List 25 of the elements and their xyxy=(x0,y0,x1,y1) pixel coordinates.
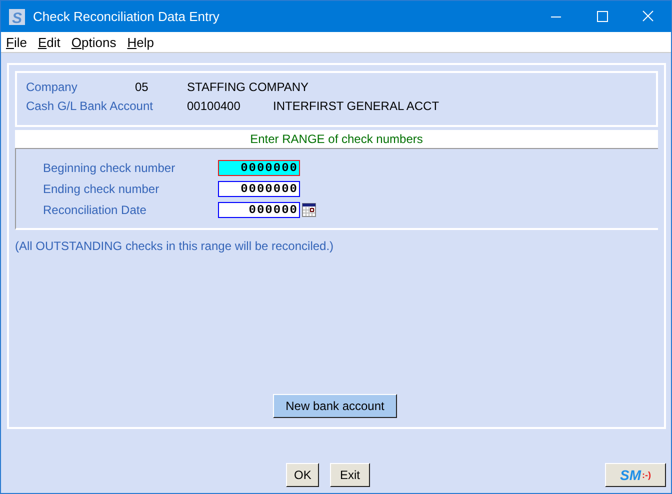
field-value: 05 xyxy=(135,80,150,94)
menu-item[interactable]: File xyxy=(2,34,32,50)
info-text: (All OUTSTANDING checks in this range will be reconciled.) xyxy=(15,239,335,253)
input-field[interactable]: 0000000 xyxy=(218,160,300,176)
field-value: 00100400 xyxy=(187,99,242,113)
logo-button[interactable]: SM:-) xyxy=(605,463,666,487)
new-bank-account-button[interactable]: New bank account xyxy=(272,394,398,418)
menu-item[interactable]: Edit xyxy=(34,34,66,50)
field-label: Company xyxy=(26,80,78,94)
input-field[interactable]: 000000 xyxy=(218,202,300,218)
section-header: Enter RANGE of check numbers xyxy=(15,130,658,148)
field-value: INTERFIRST GENERAL ACCT xyxy=(273,99,440,113)
field-label: Cash G/L Bank Account xyxy=(26,99,154,113)
calendar-icon[interactable] xyxy=(302,203,316,217)
menu-item[interactable]: Help xyxy=(123,34,159,50)
field-label: Beginning check number xyxy=(43,161,176,175)
ok-button[interactable]: OK xyxy=(286,463,319,487)
menu-item[interactable]: Options xyxy=(67,34,122,50)
app-logo-icon: S xyxy=(9,8,25,24)
exit-button[interactable]: Exit xyxy=(330,463,370,487)
field-label: Ending check number xyxy=(43,182,160,196)
input-field[interactable]: 0000000 xyxy=(218,181,300,197)
field-value: STAFFING COMPANY xyxy=(187,80,309,94)
field-label: Reconciliation Date xyxy=(43,203,148,217)
window-title: Check Reconciliation Data Entry xyxy=(33,9,220,24)
